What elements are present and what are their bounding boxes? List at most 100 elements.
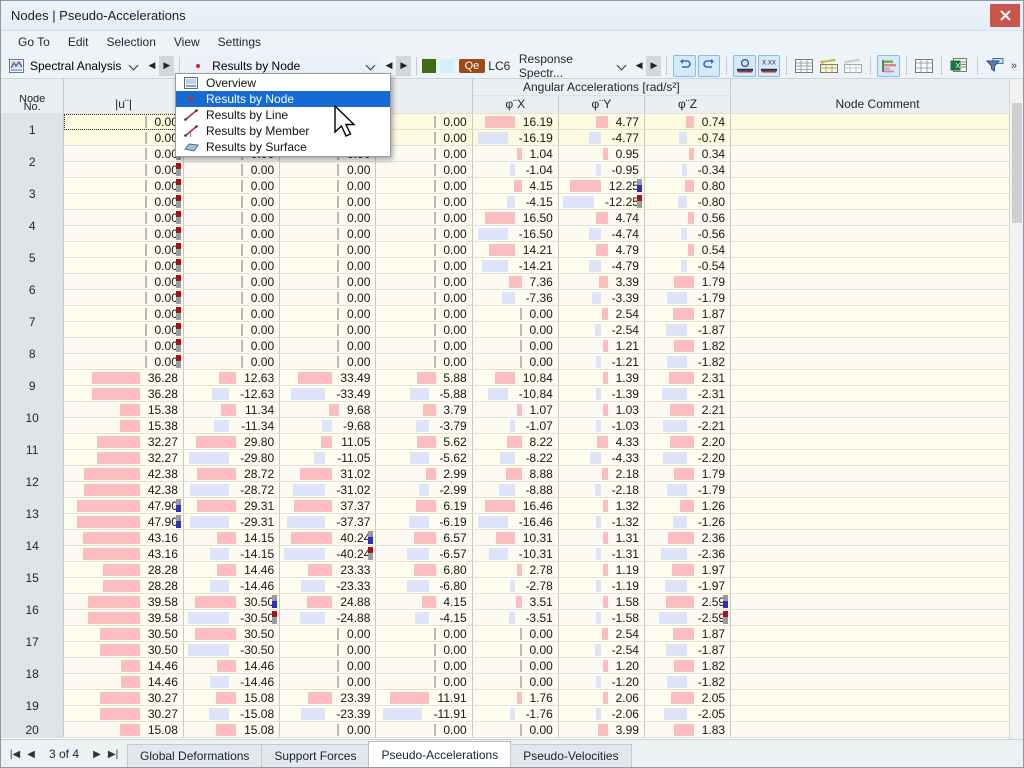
cell-c[interactable]: -9.68 — [279, 417, 377, 434]
cell-x[interactable]: -1.07 — [472, 417, 559, 434]
cell-z[interactable]: -2.59 — [644, 609, 732, 626]
row-node-number[interactable]: 1 — [1, 113, 65, 146]
cell-x[interactable]: -8.22 — [472, 449, 559, 466]
cell-node-comment[interactable] — [730, 241, 1023, 258]
cell-x[interactable]: -1.76 — [472, 705, 559, 722]
cell-c[interactable]: 0.00 — [279, 161, 377, 178]
row-node-number[interactable]: 18 — [1, 657, 65, 690]
cell-a[interactable]: 32.27 — [63, 433, 184, 450]
table-row[interactable]: 42.38 -28.72 -31.02 -2.99 -8.88 -2.18 -1.79 — [1, 481, 1023, 498]
prev-page-button[interactable]: ◀ — [23, 749, 39, 760]
row-node-number[interactable]: 14 — [1, 529, 65, 562]
cell-a[interactable]: 0.00 — [63, 145, 184, 162]
cell-a[interactable]: 0.00 — [63, 353, 184, 370]
cell-y[interactable]: 2.18 — [558, 465, 645, 482]
cell-a[interactable]: 42.38 — [63, 465, 184, 482]
cell-z[interactable]: 1.87 — [644, 305, 732, 322]
cell-node-comment[interactable] — [730, 385, 1023, 402]
cell-z[interactable]: 1.82 — [644, 657, 732, 674]
cell-d[interactable]: 0.00 — [375, 289, 473, 306]
cell-b[interactable]: -14.46 — [183, 577, 281, 594]
dropdown-item-results-by-member[interactable]: I Results by Member — [176, 123, 390, 139]
cell-a[interactable]: 39.58 — [63, 593, 184, 610]
cell-node-comment[interactable] — [730, 449, 1023, 466]
cell-c[interactable]: -24.88 — [279, 609, 377, 626]
cell-node-comment[interactable] — [730, 225, 1023, 242]
cell-c[interactable]: 23.33 — [279, 561, 377, 578]
cell-d[interactable]: -3.79 — [375, 417, 473, 434]
cell-x[interactable]: -10.84 — [472, 385, 559, 402]
cell-b[interactable]: -14.15 — [183, 545, 281, 562]
cell-y[interactable]: 3.39 — [558, 273, 645, 290]
cell-c[interactable]: 0.00 — [279, 289, 377, 306]
table-row[interactable]: 10.000.000.000.0016.194.770.74 — [1, 113, 1023, 146]
cell-a[interactable]: 43.16 — [63, 545, 184, 562]
cell-d[interactable]: 0.00 — [375, 641, 473, 658]
chevron-down-icon[interactable] — [617, 61, 626, 71]
table-row[interactable]: 28.28 -14.46 -23.33 -6.80 -2.78 -1.19 -1.97 — [1, 577, 1023, 594]
cell-a[interactable]: 0.00 — [63, 177, 184, 194]
cell-a[interactable]: 0.00 — [63, 273, 184, 290]
cell-z[interactable]: -2.05 — [644, 705, 732, 722]
cell-d[interactable]: 0.00 — [375, 209, 473, 226]
cell-y[interactable]: -0.95 — [558, 161, 645, 178]
cell-node-comment[interactable] — [730, 625, 1023, 642]
table-grid-button[interactable] — [793, 55, 815, 77]
table-row[interactable]: 3 0.00 0.00 0.00 0.00 4.15 12.25 0.80 — [1, 177, 1023, 210]
table-row[interactable]: 12 42.38 28.72 31.02 2.99 8.88 2.18 1.79 — [1, 465, 1023, 498]
table-row[interactable]: 11 32.27 29.80 11.05 5.62 8.22 4.33 2.20 — [1, 433, 1023, 466]
cell-x[interactable]: 10.31 — [472, 529, 559, 546]
analysis-type-combo[interactable]: Spectral Analysis — [3, 55, 144, 77]
filter-button[interactable] — [984, 55, 1006, 77]
table-row[interactable]: 47.90 -29.31 -37.37 -6.19 -16.46 -1.32 -1.26 — [1, 513, 1023, 530]
cell-c[interactable]: 0.00 — [279, 177, 377, 194]
cell-a[interactable]: 15.08 — [63, 721, 184, 738]
cell-x[interactable]: 0.00 — [472, 321, 559, 338]
cell-y[interactable]: -1.31 — [558, 545, 645, 562]
toolbar-overflow-button[interactable]: » — [1007, 60, 1021, 72]
cell-node-comment[interactable] — [730, 561, 1023, 578]
row-node-number[interactable]: 10 — [1, 401, 65, 434]
cell-z[interactable]: -1.79 — [644, 289, 732, 306]
cell-x[interactable]: -7.36 — [472, 289, 559, 306]
cell-a[interactable]: 0.00 — [63, 321, 184, 338]
cell-d[interactable]: 0.00 — [375, 657, 473, 674]
cell-z[interactable]: -1.82 — [644, 353, 732, 370]
cell-b[interactable]: -30.50 — [183, 641, 281, 658]
cell-d[interactable]: 0.00 — [375, 161, 473, 178]
table-row[interactable]: 18 14.46 14.46 0.00 0.00 0.00 1.20 1.82 — [1, 657, 1023, 690]
cell-c[interactable]: -33.49 — [279, 385, 377, 402]
cell-node-comment[interactable] — [730, 321, 1023, 338]
cell-x[interactable]: 0.00 — [472, 657, 559, 674]
cell-y[interactable]: 2.54 — [558, 625, 645, 642]
table-row[interactable]: 43.16 -14.15 -40.24 -6.57 -10.31 -1.31 -2.36 — [1, 545, 1023, 562]
table-insert-row-button[interactable] — [818, 55, 840, 77]
cell-node-comment[interactable] — [730, 289, 1023, 306]
cell-a[interactable]: 14.46 — [63, 673, 184, 690]
cell-a[interactable]: 0.00 — [63, 129, 184, 146]
cell-z[interactable]: 0.34 — [644, 145, 732, 162]
cell-a[interactable]: 0.00 — [63, 113, 184, 130]
menu-edit[interactable]: Edit — [59, 33, 98, 51]
cell-y[interactable]: -1.39 — [558, 385, 645, 402]
cell-node-comment[interactable] — [730, 657, 1023, 674]
row-node-number[interactable]: 19 — [1, 689, 65, 722]
cell-z[interactable]: 2.20 — [644, 433, 732, 450]
cell-d[interactable]: -2.99 — [375, 481, 473, 498]
cell-c[interactable]: -11.05 — [279, 449, 377, 466]
cell-node-comment[interactable] — [730, 177, 1023, 194]
cell-d[interactable]: 0.00 — [375, 305, 473, 322]
cell-x[interactable]: -2.78 — [472, 577, 559, 594]
table-row[interactable]: 32.27 -29.80 -11.05 -5.62 -8.22 -4.33 -2.20 — [1, 449, 1023, 466]
cell-b[interactable]: 0.00 — [183, 161, 281, 178]
cell-b[interactable]: -29.31 — [183, 513, 281, 530]
cell-node-comment[interactable] — [730, 257, 1023, 274]
cell-b[interactable]: -28.72 — [183, 481, 281, 498]
cell-node-comment[interactable] — [730, 481, 1023, 498]
cell-node-comment[interactable] — [730, 401, 1023, 418]
cell-node-comment[interactable] — [730, 593, 1023, 610]
cell-z[interactable]: 1.79 — [644, 465, 732, 482]
cell-d[interactable]: 0.00 — [375, 625, 473, 642]
cell-c[interactable]: 9.68 — [279, 401, 377, 418]
cell-d[interactable]: -5.62 — [375, 449, 473, 466]
